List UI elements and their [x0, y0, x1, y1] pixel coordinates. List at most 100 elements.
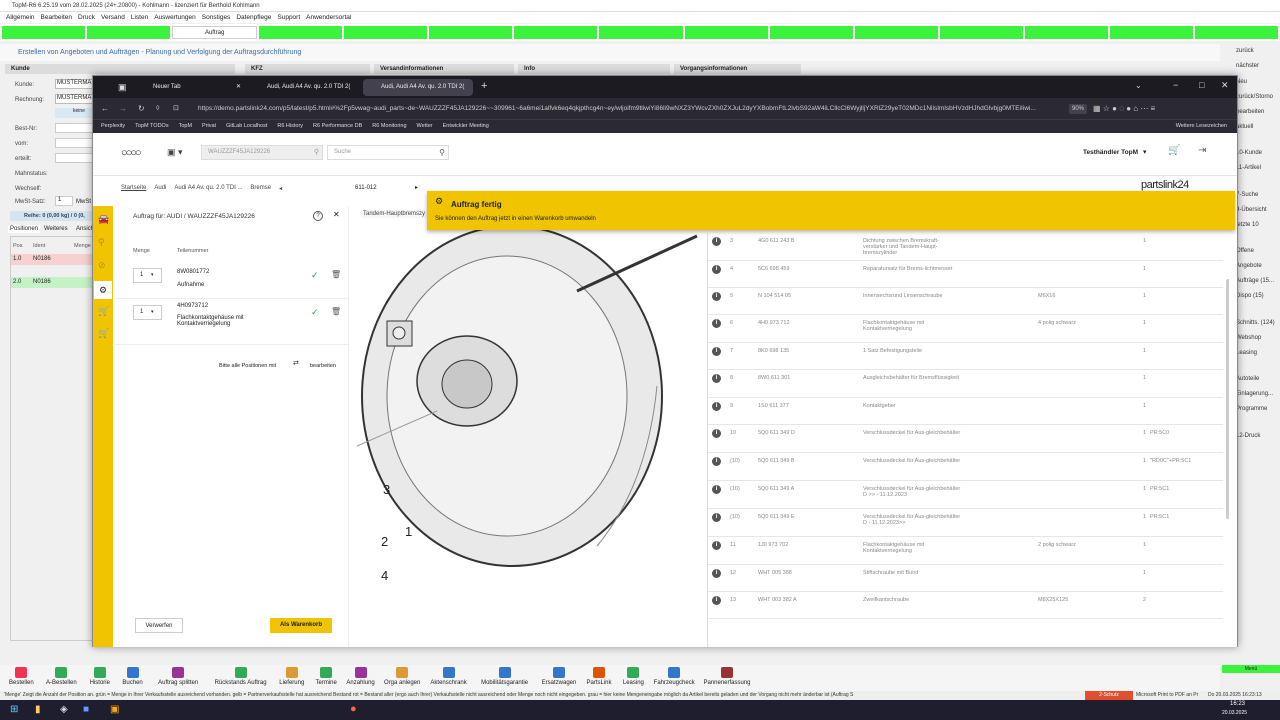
- search-icon[interactable]: ⚲: [98, 237, 105, 248]
- tool-button[interactable]: Orga anlegen: [380, 667, 424, 686]
- info-icon[interactable]: i: [712, 265, 721, 274]
- bookmark-topm-todos[interactable]: TopM TODOs: [135, 120, 168, 133]
- tool-button[interactable]: Auftrag splitten: [150, 667, 207, 686]
- close-icon[interactable]: ✕: [236, 79, 241, 96]
- nav-einlagerung[interactable]: Einlagerung...: [1236, 391, 1273, 397]
- nav-leasing[interactable]: Leasing: [1236, 350, 1257, 356]
- menu-versand[interactable]: Versand: [101, 12, 125, 23]
- back-icon[interactable]: ←: [101, 98, 109, 119]
- breadcrumb-audi[interactable]: Audi: [154, 185, 166, 192]
- table-row[interactable]: i 9 1S0 611 377 Kontaktgeber 1: [708, 398, 1223, 425]
- bookmark-wetter[interactable]: Wetter: [417, 120, 433, 133]
- car-search-icon[interactable]: ⚲: [314, 146, 319, 159]
- mwst-satz-field[interactable]: 1: [55, 196, 73, 206]
- menu-allgemein[interactable]: Allgemein: [6, 12, 35, 23]
- info-icon[interactable]: i: [712, 402, 721, 411]
- menu-datenpflege[interactable]: Datenpflege: [236, 12, 271, 23]
- info-icon[interactable]: i: [712, 292, 721, 301]
- cart-icon[interactable]: 🛒: [1168, 145, 1180, 156]
- tool-button[interactable]: Bestellen: [4, 667, 39, 686]
- table-row[interactable]: i 5 N 104 514 05 Innensechsrund Linsenschra…: [708, 288, 1223, 315]
- module-tab[interactable]: [684, 26, 768, 39]
- nav-naechster[interactable]: nächster: [1236, 63, 1259, 69]
- extensions-icon[interactable]: ▦ ☆ ● ◌ ● ⌂ ⋯ ≡: [1093, 98, 1155, 119]
- bookmark-perplexity[interactable]: Perplexity: [101, 120, 125, 133]
- tool-button[interactable]: Lieferung: [274, 667, 309, 686]
- folder-icon[interactable]: ▮: [35, 704, 41, 715]
- module-tab[interactable]: [1194, 26, 1278, 39]
- module-tab[interactable]: [599, 26, 683, 39]
- tool-button[interactable]: Pannenerfassung: [700, 667, 754, 686]
- order-icon[interactable]: ⚙: [94, 281, 112, 299]
- minimize-icon[interactable]: −: [1173, 80, 1178, 90]
- chevron-left-icon[interactable]: ◂: [279, 185, 282, 192]
- nav-autoteile[interactable]: Autoteile: [1236, 376, 1259, 382]
- chevron-down-icon[interactable]: ▾: [1143, 148, 1147, 156]
- menu-anwenderportal[interactable]: Anwendersortal: [306, 12, 351, 23]
- bookmark-entwickler[interactable]: Entwickler Meeting: [443, 120, 489, 133]
- vom-field[interactable]: [55, 138, 95, 148]
- trash-icon[interactable]: 🗑: [331, 270, 341, 279]
- cart-icon[interactable]: 🛒: [98, 306, 109, 317]
- table-row[interactable]: i 11 1J0 973 702 Flachkontaktgehäuse mit Ko…: [708, 537, 1223, 565]
- tab-positionen[interactable]: Positionen: [8, 225, 41, 233]
- url-input[interactable]: https://demo.partslink24.com/p5/latest/p…: [198, 98, 1058, 119]
- chevron-right-icon[interactable]: ▸: [415, 184, 418, 191]
- kunde-field[interactable]: MUSTERMA: [55, 79, 95, 89]
- table-row[interactable]: i 4 5C6 698 459 Reparatursatz für Brems-lic…: [708, 261, 1223, 288]
- car-icon[interactable]: 🚘: [98, 214, 109, 225]
- logout-icon[interactable]: ⇥: [1198, 145, 1206, 156]
- nav-suche[interactable]: 7-Suche: [1236, 192, 1258, 198]
- menu-bearbeiten[interactable]: Bearbeiten: [41, 12, 72, 23]
- info-icon[interactable]: i: [712, 347, 721, 356]
- bookmark-gitlab[interactable]: GitLab Localhost: [226, 120, 267, 133]
- new-tab-icon[interactable]: +: [481, 80, 487, 92]
- app-icon[interactable]: ▣: [110, 704, 119, 715]
- bookmark-r6-history[interactable]: R6 History: [277, 120, 303, 133]
- qty-select[interactable]: 1 ▾: [133, 305, 162, 320]
- table-row[interactable]: i 13 WHT 003 382 A Zweifkantschraube M8X25X1…: [708, 592, 1223, 619]
- nav-angebote[interactable]: Angebote: [1236, 263, 1262, 269]
- callout-number[interactable]: 4: [381, 568, 388, 583]
- tool-button[interactable]: A-Bestellen: [41, 667, 82, 686]
- module-tab[interactable]: [429, 26, 513, 39]
- info-icon[interactable]: i: [712, 569, 721, 578]
- lock-icon[interactable]: ⊡: [173, 98, 179, 119]
- tool-button[interactable]: Anzahlung: [343, 667, 378, 686]
- table-row[interactable]: i 8 8W0 611 301 Ausgleichsbehälter für Brem…: [708, 370, 1223, 398]
- vin-field[interactable]: WAUZZZF45JA129226 ⚲: [201, 145, 323, 160]
- table-row[interactable]: i 10 5Q0 611 349 D Verschlussdeckel für Aus…: [708, 425, 1223, 453]
- ban-icon[interactable]: ⊘: [98, 260, 106, 271]
- module-tab[interactable]: [2, 26, 86, 39]
- module-tab[interactable]: [514, 26, 598, 39]
- module-tab[interactable]: [87, 26, 171, 39]
- nav-storno[interactable]: zurück/Storno: [1236, 94, 1273, 100]
- browser-tab-new[interactable]: Neuer Tab ✕: [135, 79, 245, 96]
- app-icon[interactable]: ◈: [60, 704, 68, 715]
- menu-druck[interactable]: Druck: [78, 12, 95, 23]
- best-nr-field[interactable]: [55, 123, 95, 133]
- info-icon[interactable]: i: [712, 457, 721, 466]
- info-icon[interactable]: i: [712, 596, 721, 605]
- nav-druck[interactable]: 12-Druck: [1236, 433, 1260, 439]
- tool-button[interactable]: Historie: [84, 667, 116, 686]
- nav-bearbeiten[interactable]: bearbeiten: [1236, 109, 1264, 115]
- erteilt-field[interactable]: [55, 153, 95, 163]
- firefox-icon[interactable]: ●: [350, 703, 357, 715]
- reload-icon[interactable]: ↻: [138, 98, 145, 119]
- discard-button[interactable]: Verwerfen: [135, 618, 183, 633]
- info-icon[interactable]: i: [712, 513, 721, 522]
- info-icon[interactable]: i: [712, 429, 721, 438]
- qty-select[interactable]: 1 ▾: [133, 268, 162, 283]
- close-window-icon[interactable]: ✕: [1221, 80, 1229, 91]
- tool-button[interactable]: Leasing: [618, 667, 648, 686]
- module-tab[interactable]: [259, 26, 343, 39]
- close-icon[interactable]: ✕: [333, 210, 340, 219]
- table-row[interactable]: i (10) 5Q0 611 349 E Verschlussdeckel für A…: [708, 509, 1223, 537]
- forward-icon[interactable]: →: [119, 98, 127, 119]
- table-row[interactable]: i (10) 5Q0 611 349 A Verschlussdeckel für A…: [708, 481, 1223, 509]
- bookmark-r6-perf[interactable]: R6 Performance DB: [313, 120, 362, 133]
- nav-programme[interactable]: Programme: [1236, 406, 1267, 412]
- dealer-menu[interactable]: Testhändler TopM: [1083, 149, 1138, 156]
- nav-offene[interactable]: Offene: [1236, 248, 1254, 254]
